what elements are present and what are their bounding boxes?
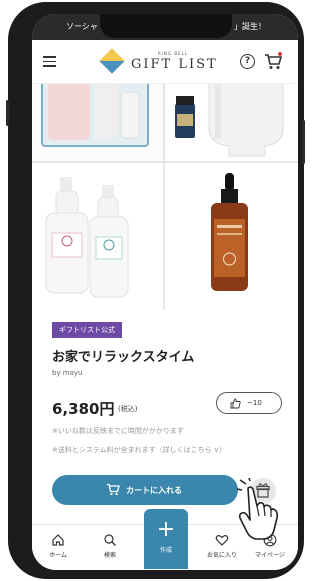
nav-search[interactable]: 検索 <box>86 533 134 559</box>
cart-notification-badge <box>278 52 282 56</box>
product-image-diffuser[interactable] <box>165 84 298 161</box>
add-to-cart-button[interactable]: カートに入れる <box>52 475 238 505</box>
status-bar: ソーシャ 」誕生！ <box>32 14 298 40</box>
nav-home-label: ホーム <box>49 552 67 559</box>
help-icon[interactable]: ? <box>240 54 255 69</box>
hamburger-menu-icon[interactable] <box>43 56 56 67</box>
cart-icon <box>107 483 120 496</box>
volume-button <box>6 100 9 126</box>
shipping-note-link[interactable]: ※送料とシステム料が含まれます（詳しくはこちら ∨） <box>52 445 226 455</box>
like-count: ~10 <box>247 399 262 407</box>
plus-icon: + <box>156 517 176 542</box>
nav-search-label: 検索 <box>103 552 116 559</box>
grid-divider-horizontal <box>32 161 298 163</box>
nav-create-button[interactable]: + 作成 <box>144 509 188 569</box>
logo-diamond-icon <box>99 48 125 74</box>
nav-favorites-label: お気に入り <box>206 552 237 559</box>
official-list-tag: ギフトリスト公式 <box>52 322 122 338</box>
tap-hand-pointer-icon <box>236 478 279 540</box>
notch <box>100 14 232 38</box>
power-button <box>302 120 305 164</box>
product-title: お家でリラックスタイム <box>52 350 195 365</box>
logo-title[interactable]: GIFT LIST <box>131 57 218 72</box>
product-image-towels[interactable] <box>32 84 163 161</box>
nav-mypage-label: マイページ <box>255 552 285 559</box>
nav-home[interactable]: ホーム <box>34 533 82 559</box>
add-to-cart-label: カートに入れる <box>126 486 182 495</box>
product-image-lotions[interactable] <box>32 163 163 310</box>
home-icon <box>52 534 64 546</box>
search-icon <box>104 534 116 546</box>
grid-divider-vertical <box>163 84 165 310</box>
product-image-serum[interactable] <box>165 163 298 310</box>
logo-subtitle: RING BELL <box>158 51 189 56</box>
status-banner-left: ソーシャ <box>66 22 98 31</box>
nav-create-label: 作成 <box>159 547 172 554</box>
heart-icon <box>215 534 229 546</box>
product-image-grid <box>32 84 298 310</box>
likes-note: ※いいね数は反映までに時間がかかります <box>52 427 184 435</box>
status-banner-right: 」誕生！ <box>234 22 266 31</box>
app-header: RING BELL GIFT LIST ? <box>32 40 298 84</box>
like-button[interactable]: ~10 <box>216 392 282 414</box>
product-author[interactable]: by mayu <box>52 369 83 377</box>
thumbs-up-icon <box>230 398 241 409</box>
tax-label: (税込) <box>118 405 138 413</box>
product-price: 6,380円 <box>52 400 115 418</box>
